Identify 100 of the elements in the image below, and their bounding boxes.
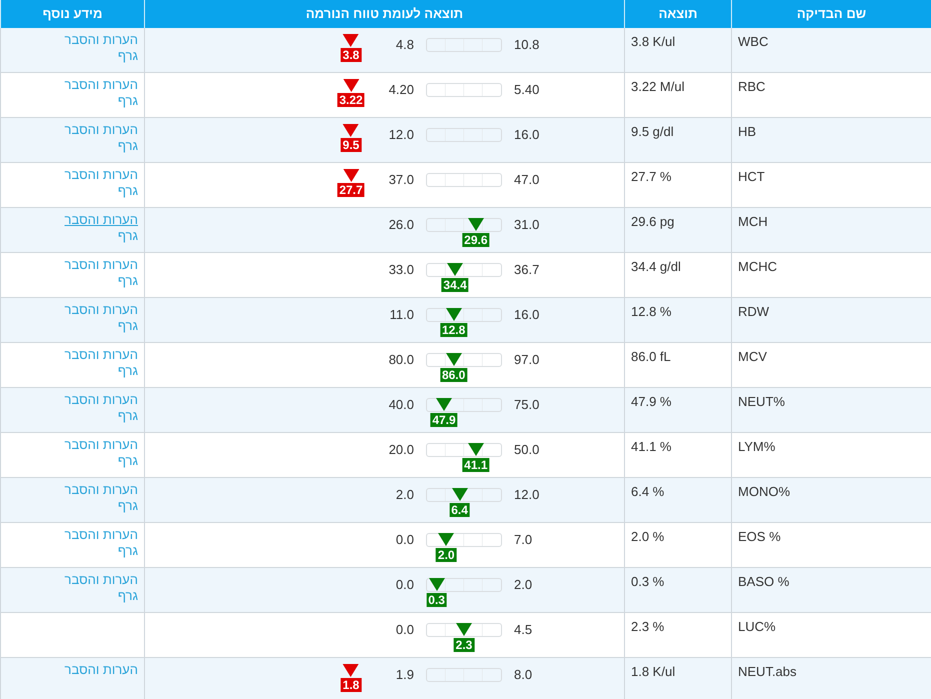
- range-low-value: 80.0: [388, 351, 414, 368]
- result-marker-value: 9.5: [340, 138, 362, 152]
- info-link[interactable]: גרף: [118, 138, 138, 154]
- info-link[interactable]: הערות והסבר: [64, 257, 138, 273]
- test-name: NEUT.abs: [738, 664, 797, 679]
- info-link[interactable]: הערות והסבר: [64, 527, 138, 543]
- result-marker-value: 1.8: [340, 678, 362, 692]
- column-header: שם הבדיקה: [731, 0, 931, 28]
- result-value: 29.6 pg: [631, 214, 674, 229]
- range-low-value: 40.0: [388, 396, 414, 413]
- info-link[interactable]: הערות והסבר: [64, 212, 138, 228]
- info-link[interactable]: גרף: [118, 183, 138, 199]
- range-low-value: 1.9: [394, 666, 414, 683]
- result-value: 27.7 %: [631, 169, 672, 184]
- result-marker-value: 12.8: [440, 323, 468, 337]
- test-name: HB: [738, 124, 756, 139]
- info-link[interactable]: הערות והסבר: [64, 392, 138, 408]
- test-name: LUC%: [738, 619, 776, 634]
- info-link[interactable]: גרף: [118, 408, 138, 424]
- triangle-marker-icon: [343, 79, 359, 92]
- test-name: BASO %: [738, 574, 790, 589]
- info-link[interactable]: הערות והסבר: [64, 77, 138, 93]
- info-link[interactable]: גרף: [118, 273, 138, 289]
- result-value: 47.9 %: [631, 394, 672, 409]
- info-link[interactable]: גרף: [118, 318, 138, 334]
- range-low-value: 4.20: [388, 81, 414, 98]
- range-low-value: 2.0: [394, 486, 414, 503]
- test-name: LYM%: [738, 439, 776, 454]
- result-marker-value: 41.1: [462, 458, 490, 472]
- info-link[interactable]: הערות והסבר: [64, 302, 138, 318]
- info-link[interactable]: גרף: [118, 93, 138, 109]
- info-link[interactable]: הערות והסבר: [64, 167, 138, 183]
- info-link[interactable]: גרף: [118, 498, 138, 514]
- result-value: 41.1 %: [631, 439, 672, 454]
- test-name: MCH: [738, 214, 768, 229]
- info-link[interactable]: גרף: [118, 543, 138, 559]
- info-link[interactable]: הערות והסבר: [64, 437, 138, 453]
- result-value: 34.4 g/dl: [631, 259, 681, 274]
- test-name: EOS %: [738, 529, 781, 544]
- info-link[interactable]: גרף: [118, 453, 138, 469]
- range-high-value: 50.0: [514, 441, 540, 458]
- result-value: 0.3 %: [631, 574, 664, 589]
- range-low-value: 26.0: [388, 216, 414, 233]
- range-low-value: 11.0: [388, 306, 414, 323]
- triangle-marker-icon: [343, 169, 359, 182]
- range-high-value: 16.0: [514, 306, 540, 323]
- result-value: 3.8 K/ul: [631, 34, 676, 49]
- range-high-value: 8.0: [514, 666, 534, 683]
- test-name: NEUT%: [738, 394, 785, 409]
- result-value: 2.3 %: [631, 619, 664, 634]
- column-header: מידע נוסף: [0, 0, 144, 28]
- info-link[interactable]: גרף: [118, 363, 138, 379]
- triangle-marker-icon: [343, 664, 359, 677]
- range-high-value: 4.5: [514, 621, 534, 638]
- test-name: HCT: [738, 169, 765, 184]
- range-high-value: 2.0: [514, 576, 534, 593]
- result-value: 12.8 %: [631, 304, 672, 319]
- test-name: MCHC: [738, 259, 777, 274]
- test-name: RDW: [738, 304, 770, 319]
- info-link[interactable]: הערות והסבר: [64, 572, 138, 588]
- result-value: 86.0 fL: [631, 349, 671, 364]
- range-high-value: 75.0: [514, 396, 540, 413]
- info-link[interactable]: גרף: [118, 588, 138, 604]
- result-value: 9.5 g/dl: [631, 124, 674, 139]
- range-high-value: 12.0: [514, 486, 540, 503]
- range-low-value: 0.0: [394, 531, 414, 548]
- range-high-value: 47.0: [514, 171, 540, 188]
- range-high-value: 16.0: [514, 126, 540, 143]
- triangle-marker-icon: [343, 124, 359, 137]
- info-link[interactable]: הערות והסבר: [64, 482, 138, 498]
- range-high-value: 97.0: [514, 351, 540, 368]
- range-low-value: 4.8: [394, 36, 414, 53]
- range-high-value: 5.40: [514, 81, 540, 98]
- result-marker-value: 29.6: [462, 233, 490, 247]
- result-marker-value: 47.9: [430, 413, 458, 427]
- range-low-value: 33.0: [388, 261, 414, 278]
- result-marker-value: 34.4: [441, 278, 469, 292]
- result-marker-value: 6.4: [449, 503, 470, 517]
- result-value: 6.4 %: [631, 484, 664, 499]
- result-marker-value: 0.3: [426, 593, 447, 607]
- result-marker-value: 3.22: [337, 93, 365, 107]
- range-high-value: 36.7: [514, 261, 540, 278]
- info-link[interactable]: הערות והסבר: [64, 662, 138, 678]
- result-marker-value: 86.0: [440, 368, 468, 382]
- range-low-value: 12.0: [388, 126, 414, 143]
- column-header: תוצאה לעומת טווח הנורמה: [144, 0, 624, 28]
- range-high-value: 7.0: [514, 531, 534, 548]
- range-low-value: 20.0: [388, 441, 414, 458]
- result-marker-value: 27.7: [337, 183, 365, 197]
- info-link[interactable]: גרף: [118, 228, 138, 244]
- result-value: 2.0 %: [631, 529, 664, 544]
- range-low-value: 0.0: [394, 621, 414, 638]
- range-high-value: 31.0: [514, 216, 540, 233]
- info-link[interactable]: הערות והסבר: [64, 347, 138, 363]
- info-link[interactable]: הערות והסבר: [64, 32, 138, 48]
- test-name: RBC: [738, 79, 766, 94]
- info-link[interactable]: גרף: [118, 48, 138, 64]
- result-value: 1.8 K/ul: [631, 664, 676, 679]
- info-link[interactable]: הערות והסבר: [64, 122, 138, 138]
- result-marker-value: 2.3: [454, 638, 474, 652]
